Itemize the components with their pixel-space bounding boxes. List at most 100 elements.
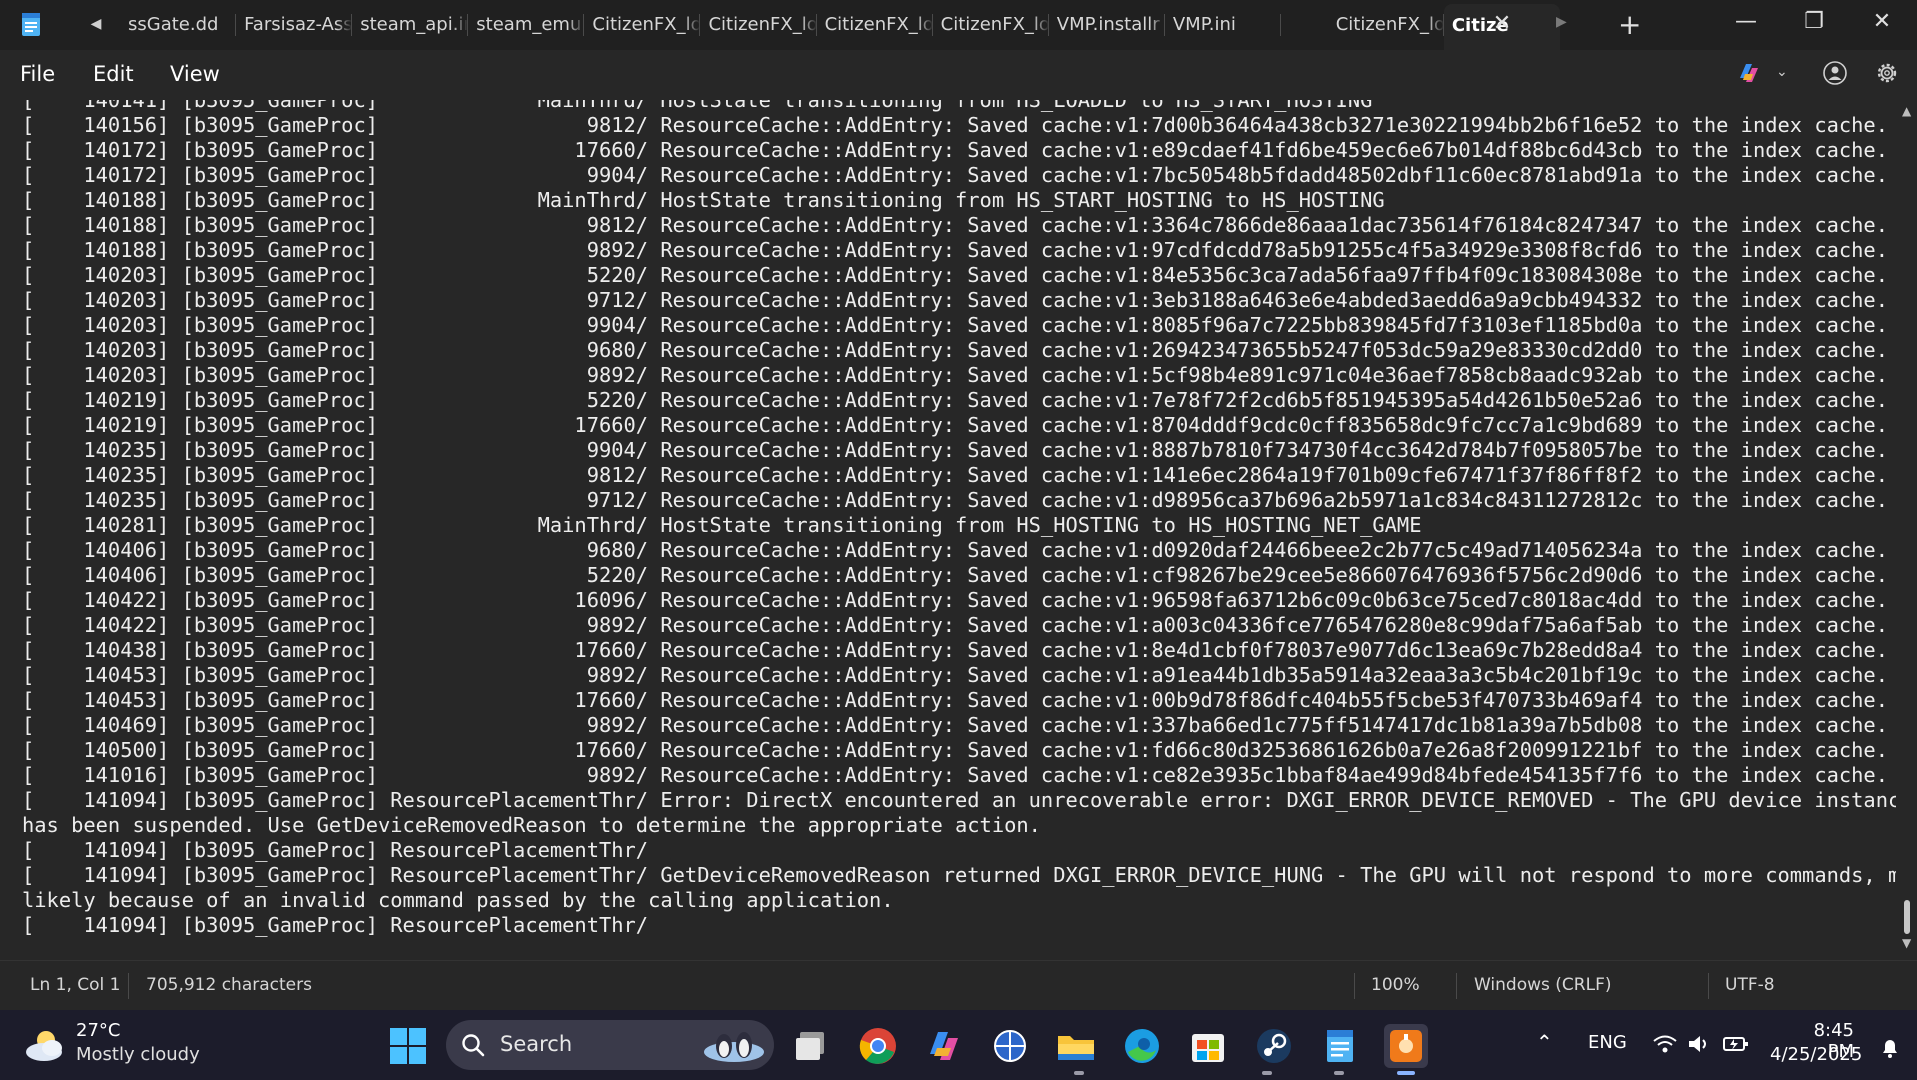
tab[interactable]: CitizenFX_lo xyxy=(1328,0,1444,50)
edge-icon[interactable] xyxy=(1120,1024,1164,1068)
cursor-position[interactable]: Ln 1, Col 1 xyxy=(30,975,121,995)
copilot-app-icon[interactable] xyxy=(922,1024,966,1068)
zoom-level[interactable]: 100% xyxy=(1371,975,1420,995)
speaker-icon[interactable] xyxy=(1686,1032,1712,1056)
line-ending[interactable]: Windows (CRLF) xyxy=(1474,975,1612,995)
editor-line[interactable]: [ 140406] [b3095_GameProc] 5220/ Resourc… xyxy=(22,563,1888,587)
tab-scroll-right-button[interactable]: ▶ xyxy=(1556,14,1567,30)
menu-file[interactable]: File xyxy=(20,62,55,86)
tab[interactable]: Farsisaz-Assi xyxy=(236,0,353,50)
editor-line[interactable]: [ 140156] [b3095_GameProc] 9812/ Resourc… xyxy=(22,113,1888,137)
close-window-button[interactable]: ✕ xyxy=(1848,0,1916,46)
editor-line[interactable]: [ 140172] [b3095_GameProc] 17660/ Resour… xyxy=(22,138,1888,162)
editor-line[interactable]: [ 140141] [b3095_GameProc] MainThrd/ Hos… xyxy=(22,100,1372,112)
search-highlight-icon xyxy=(704,1032,764,1062)
editor-line[interactable]: [ 140188] [b3095_GameProc] 9892/ Resourc… xyxy=(22,238,1888,262)
vpn-globe-icon[interactable] xyxy=(988,1024,1032,1068)
editor-line[interactable]: [ 140438] [b3095_GameProc] 17660/ Resour… xyxy=(22,638,1888,662)
editor-line[interactable]: [ 140500] [b3095_GameProc] 17660/ Resour… xyxy=(22,738,1888,762)
scroll-down-icon[interactable]: ▼ xyxy=(1902,936,1911,950)
editor-line[interactable]: [ 141094] [b3095_GameProc] ResourcePlace… xyxy=(22,913,648,937)
chrome-icon[interactable] xyxy=(856,1024,900,1068)
tab-scroll-left-button[interactable]: ◀ xyxy=(86,13,106,35)
editor-line[interactable]: [ 140281] [b3095_GameProc] MainThrd/ Hos… xyxy=(22,513,1422,537)
editor-line[interactable]: [ 141094] [b3095_GameProc] ResourcePlace… xyxy=(22,788,1896,812)
editor-line[interactable]: [ 140188] [b3095_GameProc] MainThrd/ Hos… xyxy=(22,188,1385,212)
notepad-app-icon xyxy=(22,13,40,36)
character-count: 705,912 characters xyxy=(146,975,312,995)
editor-line[interactable]: [ 140453] [b3095_GameProc] 9892/ Resourc… xyxy=(22,663,1888,687)
tab[interactable]: VMP.ini xyxy=(1165,0,1281,50)
editor-line[interactable]: [ 140406] [b3095_GameProc] 9680/ Resourc… xyxy=(22,538,1888,562)
restore-button[interactable]: ❐ xyxy=(1780,0,1848,46)
tab[interactable]: steam_api.in xyxy=(352,0,469,50)
chevron-up-icon[interactable]: ⌃ xyxy=(1536,1030,1553,1054)
gear-icon[interactable] xyxy=(1874,60,1900,86)
editor-line[interactable]: [ 140172] [b3095_GameProc] 9904/ Resourc… xyxy=(22,163,1888,187)
encoding[interactable]: UTF-8 xyxy=(1725,975,1775,995)
windows-start-icon[interactable] xyxy=(386,1024,430,1068)
editor-line[interactable]: [ 140422] [b3095_GameProc] 16096/ Resour… xyxy=(22,588,1888,612)
notepad-taskbar-icon[interactable] xyxy=(1318,1024,1362,1068)
close-tab-button[interactable]: ✕ xyxy=(1490,12,1514,36)
scroll-up-icon[interactable]: ▲ xyxy=(1902,104,1911,118)
editor-line[interactable]: [ 140235] [b3095_GameProc] 9812/ Resourc… xyxy=(22,463,1888,487)
notification-bell-icon[interactable] xyxy=(1878,1036,1902,1060)
editor-line[interactable]: [ 141094] [b3095_GameProc] ResourcePlace… xyxy=(22,838,648,862)
editor-line[interactable]: [ 140235] [b3095_GameProc] 9904/ Resourc… xyxy=(22,438,1888,462)
wifi-icon[interactable] xyxy=(1652,1032,1678,1056)
editor-line[interactable]: [ 140188] [b3095_GameProc] 9812/ Resourc… xyxy=(22,213,1888,237)
weather-condition[interactable]: Mostly cloudy xyxy=(76,1044,200,1065)
language-indicator[interactable]: ENG xyxy=(1588,1032,1627,1053)
running-indicator xyxy=(1074,1071,1084,1075)
copilot-icon[interactable] xyxy=(1736,60,1762,86)
tab[interactable]: CitizenFX_lo xyxy=(584,0,701,50)
editor-line[interactable]: [ 140453] [b3095_GameProc] 17660/ Resour… xyxy=(22,688,1888,712)
editor-line[interactable]: [ 140203] [b3095_GameProc] 9712/ Resourc… xyxy=(22,288,1888,312)
account-icon[interactable] xyxy=(1822,60,1848,86)
editor-line[interactable]: [ 140203] [b3095_GameProc] 9680/ Resourc… xyxy=(22,338,1888,362)
status-bar: Ln 1, Col 1 705,912 characters 100% Wind… xyxy=(0,960,1917,1011)
editor-line[interactable]: likely because of an invalid command pas… xyxy=(22,888,894,912)
tab[interactable] xyxy=(1281,0,1328,50)
new-tab-button[interactable]: + xyxy=(1618,8,1641,42)
task-view-icon[interactable] xyxy=(790,1024,834,1068)
steam-icon[interactable] xyxy=(1252,1024,1296,1068)
search-label: Search xyxy=(500,1032,573,1056)
tab[interactable]: steam_emu.i xyxy=(468,0,585,50)
text-editor[interactable]: [ 140141] [b3095_GameProc] MainThrd/ Hos… xyxy=(0,100,1896,940)
editor-line[interactable]: [ 141094] [b3095_GameProc] ResourcePlace… xyxy=(22,863,1896,887)
editor-line[interactable]: [ 140422] [b3095_GameProc] 9892/ Resourc… xyxy=(22,613,1888,637)
taskbar-search[interactable]: Search xyxy=(446,1020,774,1070)
tab[interactable]: CitizenFX_lo xyxy=(700,0,817,50)
menu-view[interactable]: View xyxy=(170,62,220,86)
editor-line[interactable]: [ 140203] [b3095_GameProc] 9892/ Resourc… xyxy=(22,363,1888,387)
editor-line[interactable]: [ 140235] [b3095_GameProc] 9712/ Resourc… xyxy=(22,488,1888,512)
editor-line[interactable]: [ 140219] [b3095_GameProc] 17660/ Resour… xyxy=(22,413,1888,437)
tab[interactable]: CitizenFX_lo xyxy=(817,0,933,50)
editor-line[interactable]: [ 140469] [b3095_GameProc] 9892/ Resourc… xyxy=(22,713,1888,737)
microsoft-store-icon[interactable] xyxy=(1186,1024,1230,1068)
clock-date[interactable]: 4/25/2025 xyxy=(1770,1044,1862,1065)
battery-icon[interactable] xyxy=(1722,1032,1750,1056)
tab[interactable]: CitizenFX_lo xyxy=(933,0,1049,50)
editor-line[interactable]: has been suspended. Use GetDeviceRemoved… xyxy=(22,813,1041,837)
weather-temperature[interactable]: 27°C xyxy=(76,1020,120,1041)
editor-line[interactable]: [ 141016] [b3095_GameProc] 9892/ Resourc… xyxy=(22,763,1888,787)
editor-line[interactable]: [ 140203] [b3095_GameProc] 5220/ Resourc… xyxy=(22,263,1888,287)
editor-line[interactable]: [ 140203] [b3095_GameProc] 9904/ Resourc… xyxy=(22,313,1888,337)
tab[interactable]: VMP.installr xyxy=(1049,0,1165,50)
running-indicator xyxy=(1334,1071,1344,1075)
minimize-button[interactable]: — xyxy=(1712,0,1780,46)
editor-line[interactable]: [ 140219] [b3095_GameProc] 5220/ Resourc… xyxy=(22,388,1888,412)
paint-app-icon[interactable] xyxy=(1384,1024,1428,1068)
vertical-scrollbar[interactable]: ▲ ▼ xyxy=(1898,100,1917,952)
scrollbar-thumb[interactable] xyxy=(1904,900,1910,934)
tab-label: ssGate.dd xyxy=(128,14,219,35)
cloud-moon-icon[interactable] xyxy=(24,1028,68,1064)
chevron-down-icon[interactable]: ⌄ xyxy=(1776,64,1788,80)
tab[interactable]: ssGate.dd xyxy=(120,0,237,50)
menu-edit[interactable]: Edit xyxy=(93,62,134,86)
editor-content[interactable]: [ 140141] [b3095_GameProc] MainThrd/ Hos… xyxy=(22,100,1896,938)
file-explorer-icon[interactable] xyxy=(1054,1024,1098,1068)
